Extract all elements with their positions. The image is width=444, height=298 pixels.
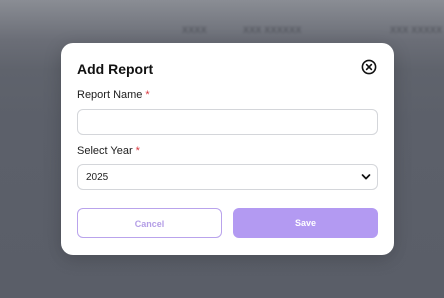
required-asterisk: * xyxy=(145,89,150,101)
save-button[interactable]: Save xyxy=(233,208,378,238)
year-select[interactable]: 2025 xyxy=(77,164,378,190)
add-report-modal: Add Report Report Name * Select Year * 202… xyxy=(61,43,394,255)
report-name-input[interactable] xyxy=(77,109,378,135)
year-select-value: 2025 xyxy=(86,172,109,183)
report-name-label-text: Report Name xyxy=(77,89,143,101)
background-header-item: XXXX xyxy=(182,25,207,35)
modal-title: Add Report xyxy=(77,61,154,77)
report-name-label: Report Name * xyxy=(77,89,150,101)
chevron-down-icon xyxy=(361,173,371,181)
close-circle-icon xyxy=(361,59,377,75)
background-header-item: XXX XXXXX xyxy=(390,25,443,35)
close-button[interactable] xyxy=(361,59,377,75)
required-asterisk: * xyxy=(135,145,140,157)
select-year-label-text: Select Year xyxy=(77,145,133,157)
background-header-item: XXX XXXXXX xyxy=(243,25,302,35)
select-year-label: Select Year * xyxy=(77,145,140,157)
cancel-button[interactable]: Cancel xyxy=(77,208,222,238)
